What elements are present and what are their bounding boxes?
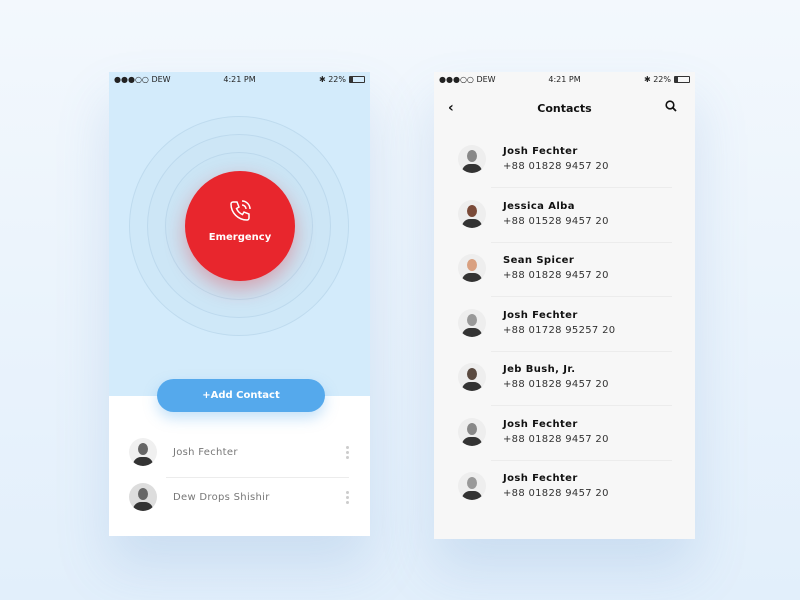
status-bar: ●●●○○ DEW 4:21 PM ✱ 22% — [434, 72, 695, 86]
contact-row[interactable]: Jeb Bush, Jr. +88 01828 9457 20 — [458, 350, 672, 404]
avatar — [458, 363, 486, 391]
avatar — [458, 472, 486, 500]
contact-phone: +88 01828 9457 20 — [503, 433, 609, 445]
battery-percent: 22% — [328, 74, 346, 84]
carrier: ●●●○○ DEW — [114, 74, 171, 84]
search-icon[interactable] — [665, 100, 677, 112]
contact-name: Josh Fechter — [173, 446, 238, 458]
emergency-label: Emergency — [208, 232, 272, 243]
list-item[interactable]: Dew Drops Shishir — [129, 475, 349, 519]
emergency-screen: Emergency ●●●○○ DEW 4:21 PM ✱ 22% +Add C… — [109, 72, 370, 536]
contact-phone: +88 01528 9457 20 — [503, 215, 609, 227]
battery-icon — [349, 75, 365, 83]
contact-phone: +88 01828 9457 20 — [503, 379, 609, 390]
contact-phone: +88 01828 9457 20 — [503, 270, 609, 281]
contact-name: Sean Spicer — [503, 255, 575, 266]
contact-name: Jessica Alba — [503, 200, 575, 212]
back-icon[interactable]: ‹ — [448, 100, 454, 116]
avatar — [129, 483, 157, 511]
contact-phone: +88 01828 9457 20 — [503, 488, 609, 499]
header: ‹ Contacts — [434, 86, 695, 130]
battery-icon — [674, 75, 690, 83]
contact-row[interactable]: Sean Spicer +88 01828 9457 20 — [458, 241, 672, 295]
avatar — [129, 438, 157, 466]
contact-name: Josh Fechter — [503, 418, 578, 430]
add-contact-button[interactable]: +Add Contact — [157, 379, 325, 412]
phone-icon — [230, 200, 251, 221]
carrier: ●●●○○ DEW — [439, 74, 496, 84]
avatar — [458, 254, 486, 282]
contact-row[interactable]: Josh Fechter +88 01828 9457 20 — [458, 405, 672, 459]
contact-name: Jeb Bush, Jr. — [503, 364, 576, 375]
contact-name: Dew Drops Shishir — [173, 491, 270, 503]
contact-row[interactable]: Josh Fechter +88 01828 9457 20 — [458, 459, 672, 513]
contact-name: Josh Fechter — [503, 146, 578, 157]
more-icon[interactable] — [346, 490, 349, 504]
contact-row[interactable]: Jessica Alba +88 01528 9457 20 — [458, 187, 672, 241]
battery-percent: 22% — [653, 74, 671, 84]
avatar — [458, 417, 486, 446]
avatar — [458, 199, 486, 228]
page-title: Contacts — [537, 101, 592, 115]
emergency-button[interactable]: Emergency — [185, 171, 295, 281]
battery: ✱ 22% — [319, 75, 365, 84]
contact-name: Josh Fechter — [503, 473, 578, 484]
list-item[interactable]: Josh Fechter — [129, 430, 349, 474]
contacts-screen: ●●●○○ DEW 4:21 PM ✱ 22% ‹ Contacts Josh … — [434, 72, 695, 539]
more-icon[interactable] — [346, 445, 349, 459]
contact-row[interactable]: Josh Fechter +88 01728 95257 20 — [458, 296, 672, 350]
battery: ✱ 22% — [644, 75, 690, 84]
contact-row[interactable]: Josh Fechter +88 01828 9457 20 — [458, 132, 672, 186]
avatar — [458, 308, 486, 337]
status-bar: ●●●○○ DEW 4:21 PM ✱ 22% — [109, 72, 370, 86]
contact-phone: +88 01728 95257 20 — [503, 324, 616, 336]
emergency-panel: Emergency — [109, 72, 370, 396]
contact-phone: +88 01828 9457 20 — [503, 161, 609, 172]
contact-name: Josh Fechter — [503, 309, 578, 321]
avatar — [458, 145, 486, 173]
